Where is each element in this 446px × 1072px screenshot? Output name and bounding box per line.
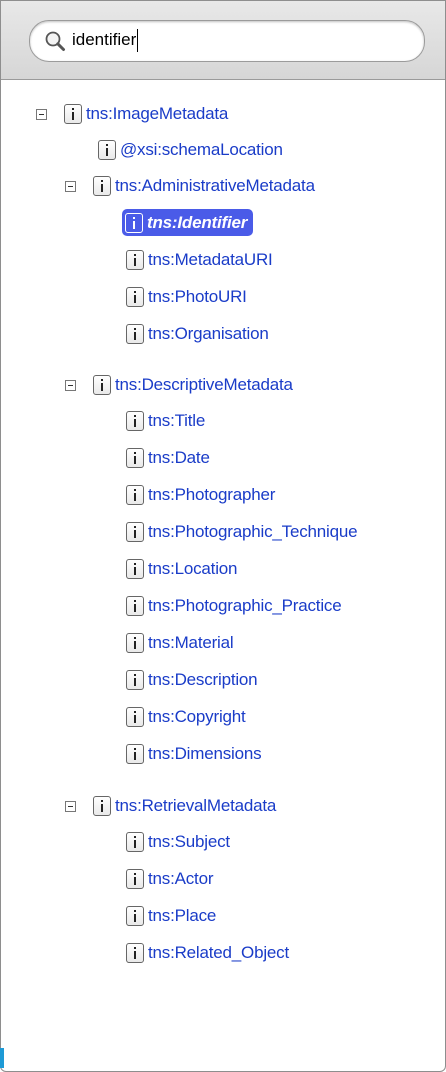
tree-node-photographic-practice[interactable]: tns:Photographic_Practice bbox=[126, 592, 342, 620]
info-icon bbox=[126, 448, 144, 468]
tree-node-label: tns:Photographer bbox=[148, 485, 276, 504]
info-icon bbox=[126, 250, 144, 270]
info-icon bbox=[126, 287, 144, 307]
tree-node-retrieval-metadata[interactable]: tns:RetrievalMetadata bbox=[93, 792, 276, 820]
collapse-toggle-administrative[interactable] bbox=[65, 181, 76, 192]
tree-node-label: tns:AdministrativeMetadata bbox=[115, 176, 315, 195]
tree-node-metadata-uri[interactable]: tns:MetadataURI bbox=[126, 246, 273, 274]
info-icon bbox=[126, 411, 144, 431]
info-icon bbox=[126, 596, 144, 616]
tree-node-material[interactable]: tns:Material bbox=[126, 629, 234, 657]
tree-node-copyright[interactable]: tns:Copyright bbox=[126, 703, 246, 731]
tree-node-label: tns:Subject bbox=[148, 832, 230, 851]
tree-node-label: tns:Identifier bbox=[147, 212, 248, 232]
tree-node-organisation[interactable]: tns:Organisation bbox=[126, 320, 269, 348]
tree-node-location[interactable]: tns:Location bbox=[126, 555, 237, 583]
tree-node-label: tns:Title bbox=[148, 411, 206, 430]
tree-node-related-object[interactable]: tns:Related_Object bbox=[126, 939, 289, 967]
info-icon bbox=[126, 485, 144, 505]
tree-node-label: tns:Organisation bbox=[148, 324, 269, 343]
info-icon bbox=[93, 796, 111, 816]
tree-node-label: tns:PhotoURI bbox=[148, 287, 247, 306]
collapse-toggle-image-metadata[interactable] bbox=[36, 109, 47, 120]
tree-node-label: tns:Dimensions bbox=[148, 744, 262, 763]
info-icon bbox=[126, 906, 144, 926]
tree-node-label: tns:Place bbox=[148, 906, 217, 925]
info-icon bbox=[126, 633, 144, 653]
tree-node-administrative-metadata[interactable]: tns:AdministrativeMetadata bbox=[93, 172, 315, 200]
info-icon bbox=[98, 140, 116, 160]
tree-node-date[interactable]: tns:Date bbox=[126, 444, 210, 472]
info-icon bbox=[126, 559, 144, 579]
tree-node-label: tns:Material bbox=[148, 633, 234, 652]
search-input[interactable] bbox=[72, 27, 412, 53]
tree-node-subject[interactable]: tns:Subject bbox=[126, 828, 230, 856]
schema-tree-panel: tns:ImageMetadata @xsi:schemaLocation tn… bbox=[0, 0, 446, 1072]
tree-node-label: tns:Date bbox=[148, 448, 210, 467]
search-toolbar bbox=[1, 1, 445, 80]
insertion-marker bbox=[0, 1048, 4, 1068]
tree-node-label: tns:RetrievalMetadata bbox=[115, 796, 277, 815]
tree-node-title[interactable]: tns:Title bbox=[126, 407, 205, 435]
tree-node-identifier[interactable]: tns:Identifier bbox=[122, 209, 254, 236]
tree-node-label: tns:MetadataURI bbox=[148, 250, 273, 269]
info-icon bbox=[126, 744, 144, 764]
info-icon bbox=[126, 670, 144, 690]
tree-node-schema-location[interactable]: @xsi:schemaLocation bbox=[98, 136, 283, 164]
tree-node-photographic-technique[interactable]: tns:Photographic_Technique bbox=[126, 518, 358, 546]
tree-node-label: @xsi:schemaLocation bbox=[120, 140, 283, 159]
tree-node-photo-uri[interactable]: tns:PhotoURI bbox=[126, 283, 247, 311]
info-icon bbox=[64, 104, 82, 124]
info-icon bbox=[93, 176, 111, 196]
info-icon bbox=[126, 522, 144, 542]
info-icon bbox=[125, 212, 143, 233]
tree-node-place[interactable]: tns:Place bbox=[126, 902, 216, 930]
tree-node-label: tns:Photographic_Practice bbox=[148, 596, 342, 615]
search-field[interactable] bbox=[29, 20, 425, 62]
info-icon bbox=[126, 869, 144, 889]
tree-node-label: tns:ImageMetadata bbox=[86, 104, 229, 123]
tree-node-label: tns:DescriptiveMetadata bbox=[115, 375, 293, 394]
tree-node-label: tns:Location bbox=[148, 559, 238, 578]
tree-node-photographer[interactable]: tns:Photographer bbox=[126, 481, 275, 509]
tree-node-image-metadata[interactable]: tns:ImageMetadata bbox=[64, 100, 228, 128]
info-icon bbox=[126, 832, 144, 852]
tree-node-descriptive-metadata[interactable]: tns:DescriptiveMetadata bbox=[93, 371, 293, 399]
tree-node-actor[interactable]: tns:Actor bbox=[126, 865, 213, 893]
info-icon bbox=[126, 943, 144, 963]
tree-node-label: tns:Photographic_Technique bbox=[148, 522, 358, 541]
collapse-toggle-retrieval[interactable] bbox=[65, 801, 76, 812]
tree-node-label: tns:Description bbox=[148, 670, 258, 689]
tree-node-description[interactable]: tns:Description bbox=[126, 666, 258, 694]
info-icon bbox=[93, 375, 111, 395]
info-icon bbox=[126, 324, 144, 344]
tree-node-label: tns:Copyright bbox=[148, 707, 246, 726]
tree-node-label: tns:Related_Object bbox=[148, 943, 289, 962]
magnifier-icon bbox=[45, 31, 65, 51]
tree-node-label: tns:Actor bbox=[148, 869, 214, 888]
collapse-toggle-descriptive[interactable] bbox=[65, 380, 76, 391]
info-icon bbox=[126, 707, 144, 727]
tree-node-dimensions[interactable]: tns:Dimensions bbox=[126, 740, 262, 768]
text-caret bbox=[137, 29, 139, 52]
